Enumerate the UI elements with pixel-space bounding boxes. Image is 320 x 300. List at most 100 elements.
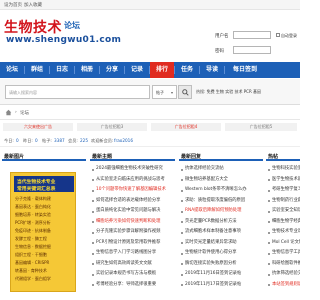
list-item[interactable]: 分子克隆实验步骤详解附操作视频 [90,227,175,238]
site-logo-title[interactable]: 生物技术 [4,17,62,37]
chevron-down-icon: ▾ [170,90,173,95]
nav-item-daily-signin[interactable]: 每日签到 [225,62,265,78]
home-icon[interactable] [5,109,12,116]
set-homepage-link[interactable]: 设为首页 [4,2,22,8]
list-item[interactable]: 蛋白质纯化实验中常见问题与解决 [90,206,175,217]
search-placeholder: 请输入搜索内容 [9,90,37,95]
list-item[interactable]: 生物技术专业课程设置 [266,227,300,238]
search-type-value: 帖子 [156,90,164,95]
list-item[interactable]: 生物科技实验室日常 [266,164,300,175]
list-item[interactable]: 抗体选择经验交流帖 [179,164,263,175]
list-item[interactable]: 考博经验分享：导师选择很重要 [90,280,175,291]
list-item[interactable]: 医学生物技术就业前景 [266,175,300,186]
username-input[interactable] [233,31,271,39]
search-button[interactable] [178,85,192,99]
stat-label: 帖子: [42,138,52,143]
book-title-line: 常用关键词汇总表 [17,187,56,192]
ad-slot[interactable]: 六欠来使出广告 [3,123,73,131]
hot-word[interactable]: PCR [244,89,252,94]
hot-list: 生物科技实验室日常医学生物技术就业前景考研生物学复习资料生物制药行业薪资调查实验… [266,164,300,290]
list-item[interactable]: 细胞生物学经典教材推荐 [266,217,300,228]
stat-label: 欢迎新会员: [91,138,114,143]
ad-slot[interactable]: 广告位招租3 [77,123,147,131]
nav-item-groups[interactable]: 群组 [25,62,49,78]
breadcrumb: › 论坛 [0,106,300,120]
list-item[interactable]: 考研生物学复习资料 [266,185,300,196]
list-item[interactable]: 研究生如何高效阅读英文文献 [90,259,175,270]
list-item[interactable]: 细胞培养污染如何快速判断和处理 [90,217,175,228]
search-input[interactable]: 请输入搜索内容 [5,85,150,99]
nav-item-records[interactable]: 记录 [125,62,149,78]
hot-word[interactable]: 基因 [253,89,261,94]
list-item[interactable]: 实时荧光定量结果异常求助 [179,238,263,249]
hot-word[interactable]: 生物 [216,89,224,94]
list-item[interactable]: 2019年11月16日签到记录帖 [179,269,263,280]
list-item[interactable]: 10个问题带你快速了解基因编辑技术 [90,185,175,196]
stat-yesterday-value: 0 [35,138,38,143]
password-input[interactable] [233,46,271,54]
search-icon [182,89,189,96]
add-favorite-link[interactable]: 加入收藏 [24,2,42,8]
panel-title: 最新主题 [92,154,113,160]
list-item[interactable]: 如何选择合适的表达载体经验分享 [90,196,175,207]
list-item[interactable]: 2019年11月17日签到记录帖 [179,280,263,291]
list-item[interactable]: PCR引物设计原则及常用软件推荐 [90,238,175,249]
list-item[interactable]: 流式细胞术样本制备注意事项 [179,227,263,238]
list-item[interactable]: 2024最强细胞生物技术突破性研究 [90,164,175,175]
nav-item-ranking[interactable]: 排行 [150,62,174,78]
panel-hot-posts: 热帖 生物科技实验室日常医学生物技术就业前景考研生物学复习资料生物制药行业薪资调… [266,150,300,300]
book-line: 基因编辑 · CRISPR [15,260,50,265]
list-item[interactable]: 生物信息学工具汇总 [266,248,300,259]
main-nav: 论坛 群组 日志 相册 分享 记录 排行 任务 导读 每日签到 [0,62,300,78]
site-header: 生物技术 论坛 www.shengwu01.com 用户名 自动登录 密码 [0,11,300,61]
nav-item-guide[interactable]: 导读 [200,62,224,78]
nav-item-share[interactable]: 分享 [100,62,124,78]
book-line: 发酵工程 · 酶工程 [15,236,47,241]
list-item[interactable]: Mol Cell 论文解读 [266,238,300,249]
search-type-select[interactable]: 帖子 ▾ [152,85,177,99]
list-item[interactable]: 实验记录本规范书写方法与模板 [90,269,175,280]
hot-search-words: 热搜: 免费 生物 实验 技术 PCR 基因 [196,89,261,95]
book-line: 组织工程 · 干细胞 [15,252,47,257]
reply-list: 抗体选择经验交流帖 微生物培养基配方大全 Western blot条带不清晰怎么办求… [179,164,263,290]
list-item[interactable]: 荧光定量PCR数据分析方法 [179,217,263,228]
newest-member-link[interactable]: frao2016 [114,138,133,143]
panel-latest-replies: 最新回复 抗体选择经验交流帖 微生物培养基配方大全 Western blot条带不清… [179,150,263,300]
top-utility-bar: 设为首页 加入收藏 [0,0,300,10]
featured-image[interactable]: 当代生物技术专业 常用关键词汇总表 分子克隆 · 载体构建 基因表达 · 蛋白纯… [10,172,76,292]
stat-label: 昨日: [23,138,33,143]
topic-list: 2024最强细胞生物技术突破性研究 从实验室走向临床应用的挑战与思考 10个问题带你… [90,164,175,290]
site-logo-subtitle: 论坛 [64,21,80,30]
hot-word[interactable]: 技术 [234,89,242,94]
list-item[interactable]: 抗体筛选经验交流 [266,269,300,280]
list-item[interactable]: 生物制药行业薪资调查 [266,196,300,207]
nav-item-forum[interactable]: 论坛 [0,62,24,78]
book-line: 分子克隆 · 载体构建 [15,196,51,201]
list-item[interactable]: 求助：质粒提取浓度偏低的原因 [179,196,263,207]
nav-item-blog[interactable]: 日志 [50,62,74,78]
list-item[interactable]: 微生物培养基配方大全 [179,175,263,186]
breadcrumb-current[interactable]: 论坛 [20,110,29,116]
list-item[interactable]: RNA提取后降解如何预防处理 [179,206,263,217]
nav-item-tasks[interactable]: 任务 [175,62,199,78]
site-logo-url: www.shengwu01.com [6,35,122,45]
list-item[interactable]: 生物统计软件使用心得分享 [179,248,263,259]
list-item[interactable]: 本站签到规则说明 [266,280,300,291]
list-item[interactable]: Western blot条带不清晰怎么办 [179,185,263,196]
panel-latest-images: 最新图片 当代生物技术专业 常用关键词汇总表 分子克隆 · 载体构建 基因表达 … [2,150,86,300]
remember-checkbox[interactable] [276,33,280,37]
stat-label: 今日: [4,138,14,143]
list-item[interactable]: 从实验室走向临床应用的挑战与思考 [90,175,175,186]
hot-word[interactable]: 免费 [207,89,215,94]
list-item[interactable]: 酶切连接实验失败原因分析 [179,259,263,270]
username-label: 用户名 [215,34,229,39]
list-item[interactable]: 科研绘图软件推荐 [266,259,300,270]
nav-item-album[interactable]: 相册 [75,62,99,78]
ad-slot[interactable]: 广告位招租5 [225,123,297,131]
ad-slot[interactable]: 广告位招租4 [151,123,221,131]
list-item[interactable]: 实验室安全知识普及 [266,206,300,217]
panel-title: 最新图片 [4,154,25,160]
book-line: 代谢组学 · 蛋白组学 [15,276,51,281]
hot-word[interactable]: 实验 [225,89,233,94]
list-item[interactable]: 生物信息学入门学习路线图分享 [90,248,175,259]
